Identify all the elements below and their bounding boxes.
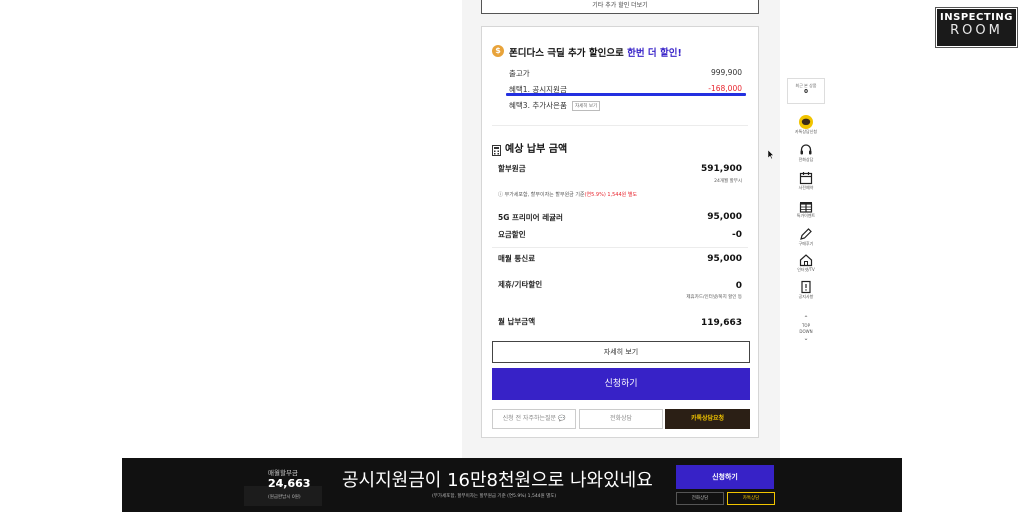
detail-button[interactable]: 자세히 보기	[492, 341, 750, 363]
installment-note-text: 부가세포함, 할부이자는 할부원금 기준	[504, 192, 585, 198]
sidebar-item-label: 전화상담	[798, 157, 814, 162]
bottom-kakao-button[interactable]: 카톡상담	[727, 492, 775, 505]
apply-button[interactable]: 신청하기	[492, 368, 750, 400]
partner-discount-sub: 제휴카드/인터넷/복지 할인 등	[686, 295, 742, 300]
recent-products-box[interactable]: 최근 본 상품 0	[787, 78, 825, 104]
bottom-installment-value-overlay: 24,663	[268, 477, 311, 490]
subsidy-value: -168,000	[708, 84, 742, 93]
bottom-installment-label: 매월할부금	[268, 469, 298, 477]
bottom-installment-sub-overlay: (원금완납시 0원)	[268, 495, 301, 500]
divider	[492, 247, 748, 248]
sidebar-item-reservation[interactable]: 사전예약	[787, 170, 825, 191]
installment-note-red: (연5.9%) 1,544원 별도	[584, 192, 638, 198]
brand-logo-line2: ROOM	[950, 23, 1003, 38]
gift-detail-tag[interactable]: 자세히 보기	[572, 101, 601, 111]
bottom-phone-button[interactable]: 전화상담	[676, 492, 724, 505]
scroll-down-label: DOWN	[799, 329, 813, 334]
kakao-talk-icon	[799, 114, 813, 129]
installment-label: 할부원금	[498, 164, 526, 173]
sidebar-item-review[interactable]: 구매후기	[787, 226, 825, 247]
partner-discount-value: 0	[735, 281, 742, 291]
installment-note: ⓘ 부가세포함, 할부이자는 할부원금 기준(연5.9%) 1,544원 별도	[498, 191, 637, 198]
estimate-title: 예상 납부 금액	[505, 144, 568, 155]
brand-logo-line1: INSPECTING	[940, 12, 1013, 23]
partner-discount-label: 제휴/기타할인	[498, 280, 543, 289]
coin-icon: $	[492, 45, 504, 57]
installment-sub: 24개월 할부시	[714, 179, 742, 184]
divider	[492, 125, 748, 126]
sidebar-item-label: 구매후기	[798, 241, 814, 246]
faq-button[interactable]: 신청 전 자주하는질문 💬	[492, 409, 576, 429]
gift-label: 혜택3. 추가사은품	[509, 101, 567, 110]
calculator-icon	[492, 141, 501, 160]
sidebar-item-label: 특가이벤트	[796, 213, 816, 218]
bottom-apply-button[interactable]: 신청하기	[676, 465, 774, 489]
chevron-up-icon: ⌃	[803, 315, 809, 322]
bottom-note: (부가세포함, 할부이자는 할부원금 기준 (연5.9%) 1,544원 별도)	[432, 494, 557, 499]
more-discount-button[interactable]: 기타 추가 할인 더보기	[481, 0, 759, 14]
promo-title-main: 폰디다스 극딜 추가 할인으로	[509, 48, 628, 59]
sidebar-item-kakao[interactable]: 카톡상담신청	[787, 114, 825, 135]
pencil-icon	[799, 226, 813, 240]
sidebar-item-event[interactable]: 특가이벤트	[787, 198, 825, 219]
sidebar-item-label: 카톡상담신청	[794, 129, 818, 134]
sidebar-item-internet-tv[interactable]: 인터넷/TV	[787, 252, 825, 273]
gift-icon	[799, 198, 813, 213]
highlight-underline	[506, 93, 746, 96]
installment-value: 591,900	[701, 164, 742, 174]
notice-icon	[799, 279, 813, 294]
rate-discount-value: -0	[732, 230, 742, 240]
release-price-value: 999,900	[710, 68, 742, 77]
plan-value: 95,000	[707, 212, 742, 222]
promo-title: 폰디다스 극딜 추가 할인으로 한번 더 할인!	[509, 45, 682, 59]
scroll-down-button[interactable]: DOWN ⌄	[787, 328, 825, 342]
rate-discount-label: 요금할인	[498, 230, 526, 239]
recent-products-count: 0	[804, 89, 808, 95]
video-caption: 공시지원금이 16만8천원으로 나와있네요	[342, 470, 653, 491]
headset-icon	[799, 142, 813, 156]
promo-title-highlight: 한번 더 할인!	[627, 48, 682, 59]
kakao-consult-button[interactable]: 카톡상담요청	[665, 409, 750, 429]
sidebar-item-label: 공지사항	[798, 294, 814, 299]
sidebar-item-phone[interactable]: 전화상담	[787, 142, 825, 163]
info-icon: ⓘ	[498, 192, 505, 198]
monthly-total-value: 119,663	[701, 318, 742, 328]
plan-label: 5G 프리미어 레귤러	[498, 213, 563, 222]
calendar-icon	[799, 170, 813, 185]
sidebar-item-label: 인터넷/TV	[797, 267, 815, 272]
monthly-total-label: 월 납부금액	[498, 317, 536, 326]
brand-logo: INSPECTING ROOM	[935, 7, 1018, 48]
monthly-fee-value: 95,000	[707, 254, 742, 264]
release-price-label: 출고가	[509, 69, 530, 78]
scroll-top-button[interactable]: ⌃ TOP	[787, 314, 825, 328]
phone-consult-button[interactable]: 전화상담	[579, 409, 663, 429]
sidebar-item-label: 사전예약	[798, 185, 814, 190]
mouse-cursor-icon	[767, 144, 775, 163]
sidebar-item-notice[interactable]: 공지사항	[787, 279, 825, 300]
home-wifi-icon	[799, 252, 813, 267]
price-card: $ 폰디다스 극딜 추가 할인으로 한번 더 할인! 출고가 999,900 혜…	[481, 26, 759, 438]
chevron-down-icon: ⌄	[803, 335, 809, 342]
monthly-fee-label: 매월 통신료	[498, 254, 536, 263]
